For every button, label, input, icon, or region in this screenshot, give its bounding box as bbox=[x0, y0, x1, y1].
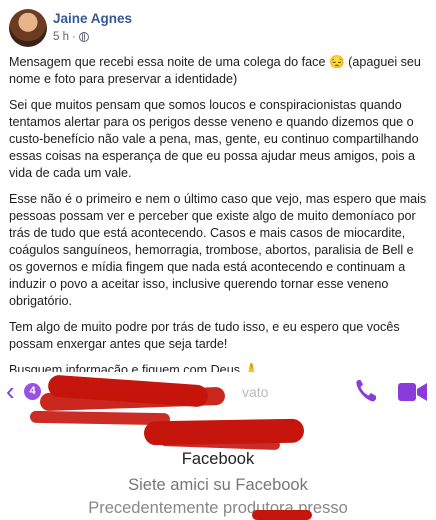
post-paragraph-3: Esse não é o primeiro e nem o último cas… bbox=[9, 192, 427, 308]
back-arrow-icon[interactable]: ‹ bbox=[6, 376, 15, 406]
post-time[interactable]: 5 h bbox=[53, 31, 69, 43]
post-paragraph-2: Sei que muitos pensam que somos loucos e… bbox=[9, 98, 419, 180]
unread-badge: 4 bbox=[24, 383, 41, 400]
post-meta: 5 h · bbox=[53, 31, 89, 43]
post-body: Mensagem que recebi essa noite de uma co… bbox=[9, 54, 429, 388]
redaction-scribble bbox=[252, 510, 312, 520]
friends-line: Siete amici su Facebook bbox=[128, 476, 308, 494]
author-name[interactable]: Jaine Agnes bbox=[53, 11, 132, 26]
phone-call-icon[interactable] bbox=[354, 378, 378, 404]
author-avatar[interactable] bbox=[9, 9, 47, 47]
profile-title: Facebook bbox=[181, 450, 255, 468]
messenger-screenshot: ‹ 4 vato Facebook Siete amici su Faceboo… bbox=[0, 372, 436, 520]
video-call-icon[interactable] bbox=[398, 382, 428, 402]
partial-name-text: vato bbox=[242, 384, 269, 400]
post-paragraph-1: Mensagem que recebi essa noite de uma co… bbox=[9, 55, 421, 86]
meta-separator: · bbox=[72, 31, 76, 43]
facebook-post: Jaine Agnes 5 h · Mensagem que recebi es… bbox=[0, 0, 436, 377]
post-paragraph-4: Tem algo de muito podre por trás de tudo… bbox=[9, 320, 400, 351]
work-line: Precedentemente produtora presso bbox=[88, 499, 348, 517]
globe-icon[interactable] bbox=[78, 32, 89, 42]
